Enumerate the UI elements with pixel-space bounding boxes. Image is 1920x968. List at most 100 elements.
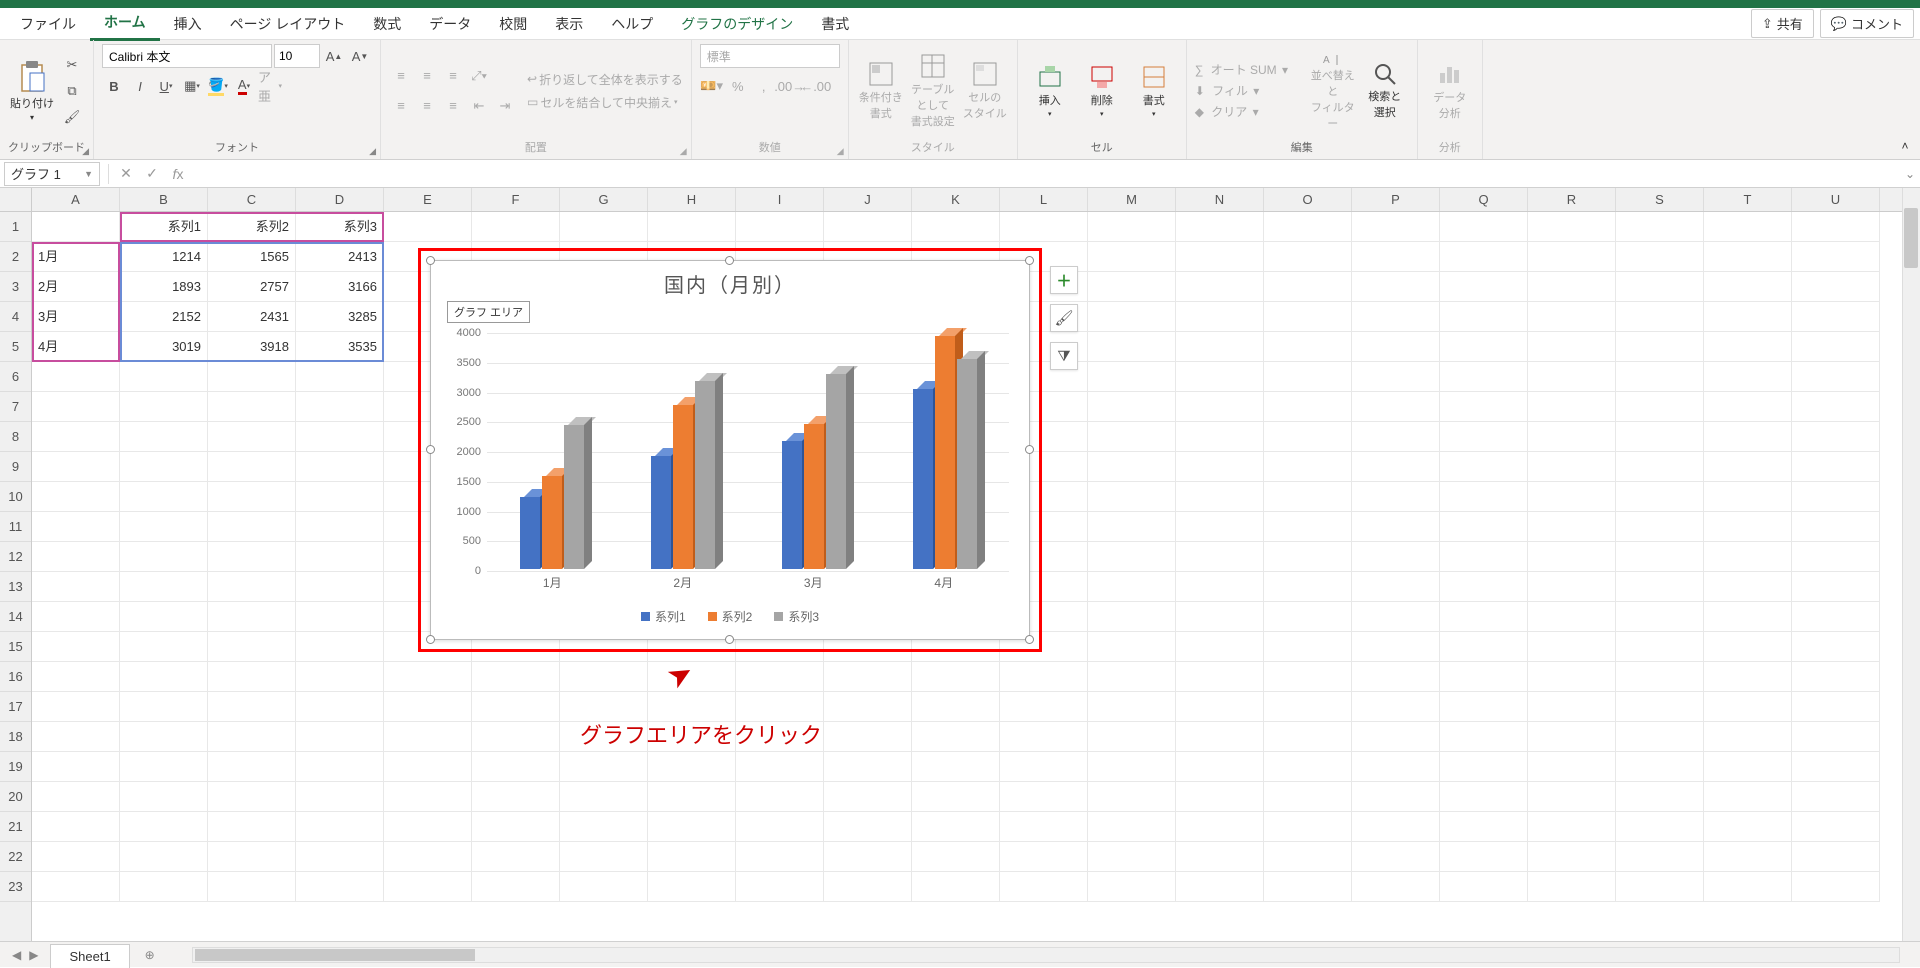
cell[interactable] (1440, 842, 1528, 872)
cell[interactable] (32, 452, 120, 482)
cell[interactable] (1704, 722, 1792, 752)
chart-object[interactable]: 国内（月別） グラフ エリア 0500100015002000250030003… (430, 260, 1030, 640)
cell[interactable] (1264, 722, 1352, 752)
cell[interactable] (1264, 602, 1352, 632)
comma-button[interactable]: , (752, 74, 776, 98)
cell[interactable] (1616, 662, 1704, 692)
row-header-16[interactable]: 16 (0, 662, 31, 692)
row-header-21[interactable]: 21 (0, 812, 31, 842)
cell[interactable]: 1214 (120, 242, 208, 272)
cell[interactable] (1352, 362, 1440, 392)
cell[interactable] (1528, 632, 1616, 662)
cell[interactable] (120, 632, 208, 662)
cell[interactable] (1792, 332, 1880, 362)
bar-系列2-4月[interactable] (935, 336, 955, 569)
cell[interactable] (1176, 662, 1264, 692)
cell[interactable] (1792, 782, 1880, 812)
col-header-T[interactable]: T (1704, 188, 1792, 211)
increase-font-button[interactable]: A▲ (322, 44, 346, 68)
cell[interactable] (1528, 302, 1616, 332)
cell[interactable]: 系列3 (296, 212, 384, 242)
cell[interactable] (1440, 332, 1528, 362)
cell[interactable] (1088, 812, 1176, 842)
cell[interactable] (1440, 872, 1528, 902)
cell[interactable]: 3月 (32, 302, 120, 332)
cell[interactable] (1352, 872, 1440, 902)
cell[interactable] (1440, 242, 1528, 272)
cell[interactable] (120, 362, 208, 392)
cell[interactable] (296, 662, 384, 692)
cell[interactable] (1704, 872, 1792, 902)
cell[interactable] (1792, 482, 1880, 512)
cell[interactable] (1352, 782, 1440, 812)
cell[interactable] (1704, 272, 1792, 302)
col-header-H[interactable]: H (648, 188, 736, 211)
cell[interactable] (736, 662, 824, 692)
bar-系列3-4月[interactable] (957, 359, 977, 569)
cell[interactable] (32, 482, 120, 512)
cell[interactable] (1528, 872, 1616, 902)
font-color-button[interactable]: A▾ (232, 74, 256, 98)
cell[interactable] (1000, 212, 1088, 242)
cell[interactable] (1792, 422, 1880, 452)
row-header-10[interactable]: 10 (0, 482, 31, 512)
cell[interactable] (1528, 452, 1616, 482)
cell[interactable] (32, 212, 120, 242)
cell[interactable] (1704, 422, 1792, 452)
cell[interactable] (1616, 422, 1704, 452)
cell[interactable] (824, 212, 912, 242)
cell[interactable] (1088, 452, 1176, 482)
cell[interactable] (296, 572, 384, 602)
cell[interactable] (120, 392, 208, 422)
cell[interactable] (1792, 452, 1880, 482)
cell[interactable]: 3166 (296, 272, 384, 302)
cell[interactable] (1264, 842, 1352, 872)
col-header-J[interactable]: J (824, 188, 912, 211)
cell[interactable] (1352, 422, 1440, 452)
col-header-I[interactable]: I (736, 188, 824, 211)
cell[interactable] (1440, 722, 1528, 752)
cell[interactable] (1264, 632, 1352, 662)
col-header-G[interactable]: G (560, 188, 648, 211)
cell[interactable] (1000, 812, 1088, 842)
cell[interactable] (1176, 302, 1264, 332)
cell[interactable] (736, 812, 824, 842)
cell[interactable] (1000, 752, 1088, 782)
cell[interactable] (912, 842, 1000, 872)
cell[interactable] (1176, 752, 1264, 782)
cell[interactable] (912, 752, 1000, 782)
cell[interactable] (1792, 662, 1880, 692)
cell[interactable] (120, 872, 208, 902)
cell[interactable] (1528, 362, 1616, 392)
cell[interactable] (208, 722, 296, 752)
cell[interactable] (1440, 812, 1528, 842)
cell[interactable] (1616, 752, 1704, 782)
inc-decimal-button[interactable]: .00→ (778, 74, 802, 98)
font-launcher[interactable]: ◢ (369, 146, 376, 157)
cell[interactable] (1616, 842, 1704, 872)
cell[interactable] (1528, 572, 1616, 602)
cell[interactable] (1616, 272, 1704, 302)
cell[interactable] (296, 392, 384, 422)
fill-button[interactable]: ⬇ フィル ▾ (1195, 82, 1305, 99)
row-header-6[interactable]: 6 (0, 362, 31, 392)
col-header-B[interactable]: B (120, 188, 208, 211)
cell[interactable] (1440, 302, 1528, 332)
cell[interactable] (1176, 272, 1264, 302)
cell[interactable] (1000, 782, 1088, 812)
vertical-scrollbar[interactable] (1902, 188, 1920, 956)
cell[interactable] (208, 512, 296, 542)
cell[interactable] (1440, 482, 1528, 512)
cell[interactable] (1352, 392, 1440, 422)
cell[interactable] (1616, 692, 1704, 722)
row-header-3[interactable]: 3 (0, 272, 31, 302)
cell[interactable] (1616, 602, 1704, 632)
cut-button[interactable]: ✂ (60, 53, 84, 77)
cell[interactable] (1088, 392, 1176, 422)
cell[interactable] (912, 722, 1000, 752)
align-left-button[interactable]: ≡ (389, 94, 413, 118)
row-header-23[interactable]: 23 (0, 872, 31, 902)
cell[interactable] (1528, 542, 1616, 572)
cell[interactable] (1440, 572, 1528, 602)
cell[interactable] (296, 422, 384, 452)
